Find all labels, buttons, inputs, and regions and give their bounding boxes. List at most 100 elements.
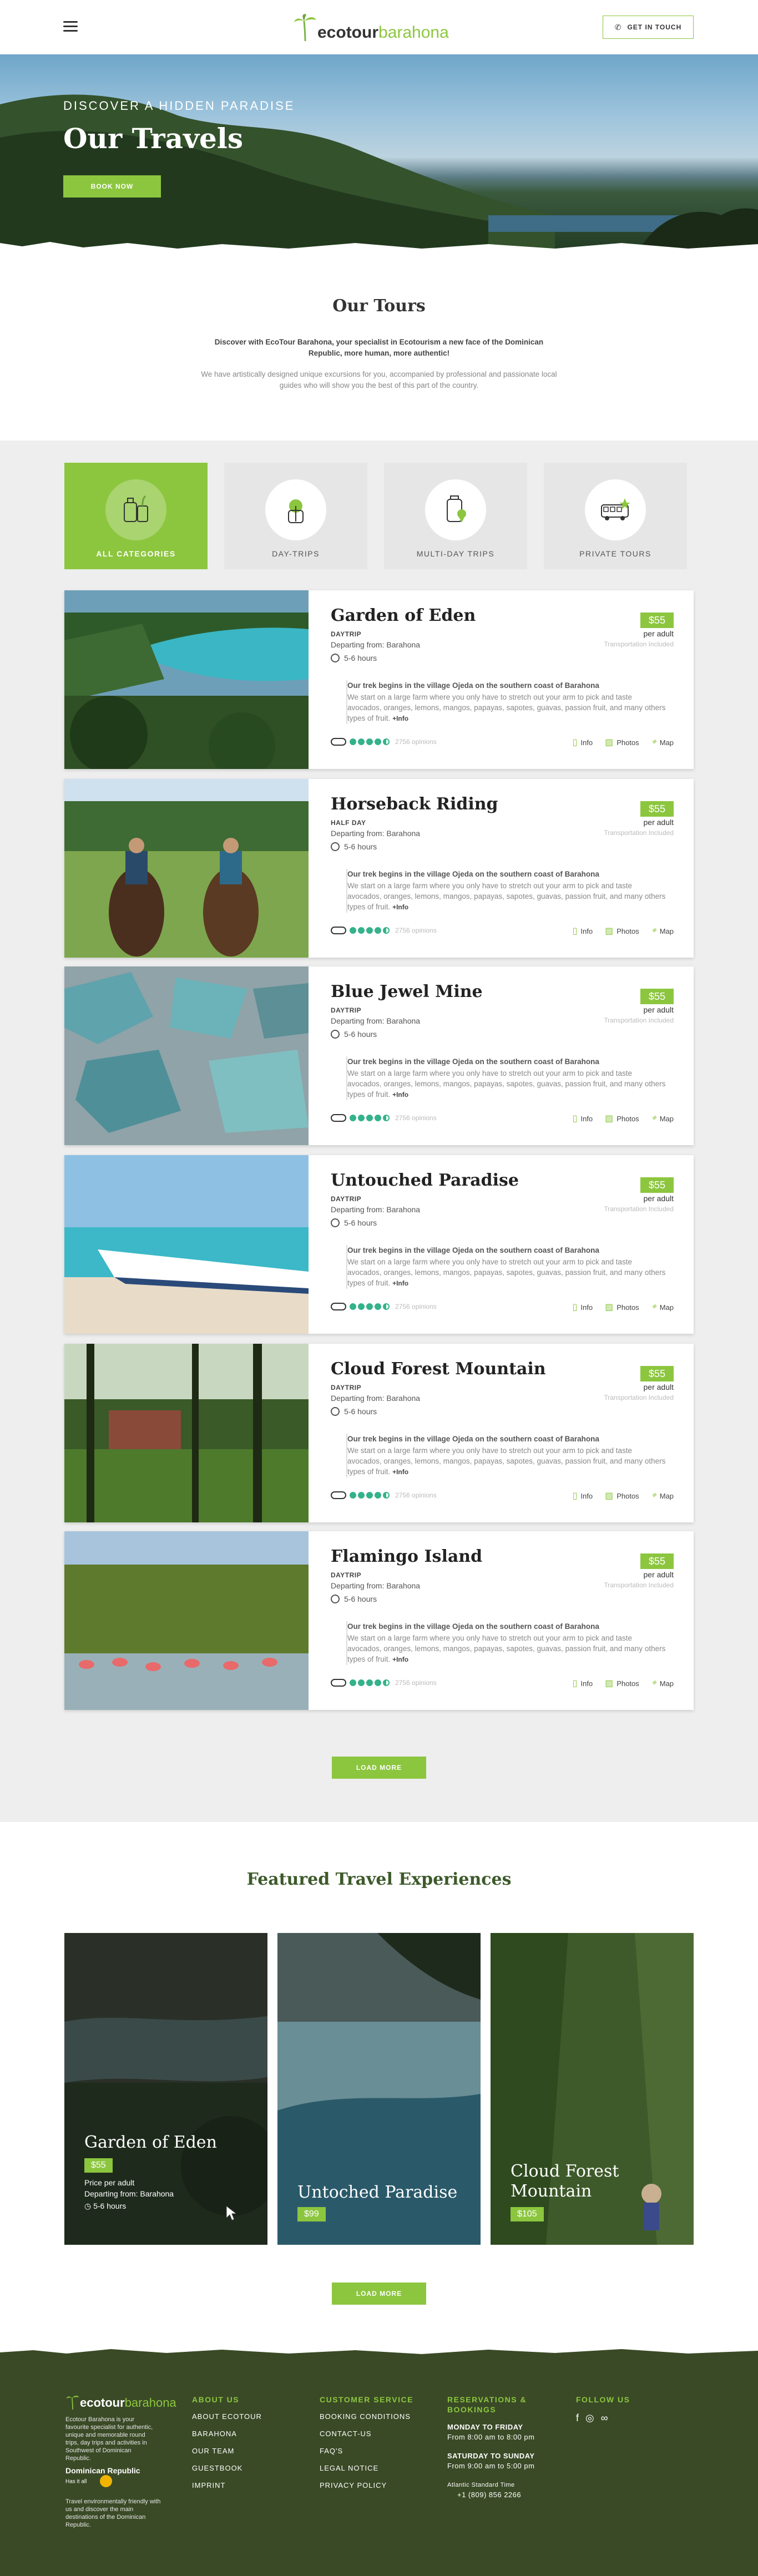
tour-per-adult: per adult bbox=[643, 1005, 674, 1014]
tour-title[interactable]: Horseback Riding bbox=[331, 794, 498, 814]
featured-card-untouched-paradise[interactable]: Untoched Paradise $99 bbox=[277, 1933, 481, 2245]
tripadvisor-icon[interactable]: ∞ bbox=[601, 2412, 608, 2424]
tour-departing: Departing from: Barahona bbox=[331, 1205, 421, 1214]
footer-link-legal-notice[interactable]: LEGAL NOTICE bbox=[320, 2464, 413, 2472]
tour-title[interactable]: Flamingo Island bbox=[331, 1547, 482, 1566]
tour-title[interactable]: Cloud Forest Mountain bbox=[331, 1359, 546, 1379]
footer-link-our-team[interactable]: OUR TEAM bbox=[192, 2447, 262, 2455]
cursor-pointer-icon bbox=[226, 2205, 237, 2221]
tour-image-flamingo-island[interactable] bbox=[64, 1531, 309, 1710]
tour-info-button[interactable]: ▯ Info bbox=[573, 737, 593, 748]
category-all[interactable]: ALL CATEGORIES bbox=[64, 463, 208, 569]
tour-photos-button[interactable]: ▨ Photos bbox=[605, 1678, 639, 1689]
category-private[interactable]: PRIVATE TOURS bbox=[544, 463, 687, 569]
tour-kind: DAYTRIP bbox=[331, 1195, 362, 1203]
tour-info-button[interactable]: ▯ Info bbox=[573, 1678, 593, 1689]
tour-reviews[interactable]: 2756 opinions bbox=[395, 738, 437, 746]
hamburger-menu-icon[interactable] bbox=[63, 21, 78, 33]
footer-link-faq[interactable]: FAQ'S bbox=[320, 2447, 413, 2455]
tour-photos-button[interactable]: ▨ Photos bbox=[605, 737, 639, 748]
tour-image-garden-of-eden[interactable] bbox=[64, 590, 309, 769]
category-day-trips[interactable]: DAY-TRIPS bbox=[224, 463, 367, 569]
tour-description-title: Our trek begins in the village Ojeda on … bbox=[347, 1246, 599, 1254]
tour-photos-button[interactable]: ▨ Photos bbox=[605, 1113, 639, 1124]
tour-info-button[interactable]: ▯ Info bbox=[573, 1113, 593, 1124]
tour-info-button[interactable]: ▯ Info bbox=[573, 1490, 593, 1501]
facebook-icon[interactable]: f bbox=[576, 2412, 579, 2424]
footer-phone[interactable]: +1 (809) 856 2266 bbox=[447, 2490, 542, 2500]
rating-dots bbox=[350, 738, 390, 745]
tour-photos-button[interactable]: ▨ Photos bbox=[605, 1302, 639, 1313]
tour-more-info-link[interactable]: +Info bbox=[392, 1468, 408, 1476]
tour-actions: ▯ Info ▨ Photos ⌖ Map bbox=[573, 1302, 674, 1313]
instagram-icon[interactable]: ◎ bbox=[585, 2412, 594, 2424]
featured-card-garden-of-eden[interactable]: Garden of Eden $55 Price per adult Depar… bbox=[64, 1933, 267, 2245]
tour-reviews[interactable]: 2756 opinions bbox=[395, 1679, 437, 1687]
footer-link-barahona[interactable]: BARAHONA bbox=[192, 2430, 262, 2438]
tour-image-horseback-riding[interactable] bbox=[64, 779, 309, 958]
tour-description-title: Our trek begins in the village Ojeda on … bbox=[347, 1435, 599, 1443]
category-multi-day[interactable]: MULTI-DAY TRIPS bbox=[384, 463, 527, 569]
logo-barahona-text: barahona bbox=[378, 23, 449, 42]
tour-reviews[interactable]: 2756 opinions bbox=[395, 1303, 437, 1310]
tripadvisor-icon bbox=[331, 738, 346, 746]
tour-departing: Departing from: Barahona bbox=[331, 1394, 421, 1403]
map-pin-icon: ⌖ bbox=[651, 1491, 656, 1500]
tour-transport: Transportation Included bbox=[604, 1205, 674, 1213]
tour-map-button[interactable]: ⌖ Map bbox=[651, 925, 674, 937]
tour-more-info-link[interactable]: +Info bbox=[392, 715, 408, 722]
tour-more-info-link[interactable]: +Info bbox=[392, 1656, 408, 1663]
footer-link-guestbook[interactable]: GUESTBOOK bbox=[192, 2464, 262, 2472]
tour-image-untouched-paradise[interactable] bbox=[64, 1155, 309, 1334]
tour-departing: Departing from: Barahona bbox=[331, 640, 421, 649]
tour-title[interactable]: Garden of Eden bbox=[331, 606, 476, 625]
tours-intro: Our Tours Discover with EcoTour Barahona… bbox=[0, 252, 758, 441]
tour-map-button[interactable]: ⌖ Map bbox=[651, 1113, 674, 1124]
get-in-touch-button[interactable]: ✆ GET IN TOUCH bbox=[603, 16, 694, 39]
tour-reviews[interactable]: 2756 opinions bbox=[395, 1114, 437, 1122]
tour-map-button[interactable]: ⌖ Map bbox=[651, 1490, 674, 1501]
footer-about-text: Ecotour Barahona is your favourite speci… bbox=[65, 2416, 153, 2462]
footer-about-title: ABOUT US bbox=[192, 2395, 240, 2404]
tour-image-blue-jewel-mine[interactable] bbox=[64, 966, 309, 1145]
featured-card-cloud-forest[interactable]: Cloud Forest Mountain $105 bbox=[491, 1933, 694, 2245]
tour-reviews[interactable]: 2756 opinions bbox=[395, 1491, 437, 1499]
footer-link-booking-conditions[interactable]: BOOKING CONDITIONS bbox=[320, 2412, 413, 2421]
tour-title[interactable]: Untouched Paradise bbox=[331, 1171, 519, 1190]
tour-duration-text: 5-6 hours bbox=[344, 1030, 377, 1039]
load-more-tours-button[interactable]: LOAD MORE bbox=[332, 1757, 426, 1779]
tour-map-button[interactable]: ⌖ Map bbox=[651, 1302, 674, 1313]
tour-actions: ▯ Info ▨ Photos ⌖ Map bbox=[573, 1678, 674, 1689]
tour-info-button[interactable]: ▯ Info bbox=[573, 925, 593, 937]
tour-photos-button[interactable]: ▨ Photos bbox=[605, 925, 639, 937]
tour-description: Our trek begins in the village Ojeda on … bbox=[346, 680, 668, 724]
tour-more-info-link[interactable]: +Info bbox=[392, 1279, 408, 1287]
tour-map-button[interactable]: ⌖ Map bbox=[651, 737, 674, 748]
tour-more-info-link[interactable]: +Info bbox=[392, 1091, 408, 1099]
tour-description: Our trek begins in the village Ojeda on … bbox=[346, 869, 668, 913]
footer-link-contact[interactable]: CONTACT-US bbox=[320, 2430, 413, 2438]
tour-reviews[interactable]: 2756 opinions bbox=[395, 927, 437, 934]
footer-link-imprint[interactable]: IMPRINT bbox=[192, 2481, 262, 2489]
load-more-featured-button[interactable]: LOAD MORE bbox=[332, 2283, 426, 2305]
tour-image-cloud-forest[interactable] bbox=[64, 1344, 309, 1522]
tour-duration: 5-6 hours bbox=[331, 1218, 377, 1227]
site-logo[interactable]: ecotour barahona bbox=[293, 11, 449, 42]
footer-link-privacy-policy[interactable]: PRIVACY POLICY bbox=[320, 2481, 413, 2489]
photos-icon: ▨ bbox=[605, 1114, 614, 1123]
tour-price: $55 bbox=[640, 1366, 674, 1381]
tour-photos-button[interactable]: ▨ Photos bbox=[605, 1490, 639, 1501]
tour-title[interactable]: Blue Jewel Mine bbox=[331, 982, 483, 1001]
tour-info-button[interactable]: ▯ Info bbox=[573, 1302, 593, 1313]
tour-more-info-link[interactable]: +Info bbox=[392, 903, 408, 911]
tour-kind: DAYTRIP bbox=[331, 1006, 362, 1014]
footer-torn-edge bbox=[0, 2349, 758, 2356]
footer-logo[interactable]: ecotour barahona bbox=[65, 2393, 176, 2410]
dominican-republic-logo[interactable]: Dominican Republic Has it all bbox=[65, 2467, 140, 2487]
tour-rating: 2756 opinions bbox=[331, 927, 437, 934]
book-now-button[interactable]: BOOK NOW bbox=[63, 175, 161, 198]
footer-link-about-ecotour[interactable]: ABOUT ECOTOUR bbox=[192, 2412, 262, 2421]
map-pin-icon: ⌖ bbox=[651, 926, 656, 935]
tour-map-button[interactable]: ⌖ Map bbox=[651, 1678, 674, 1689]
map-pin-icon: ⌖ bbox=[651, 737, 656, 747]
